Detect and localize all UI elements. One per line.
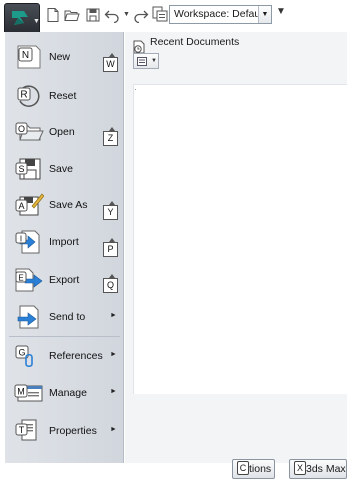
options-button[interactable]: Ctions	[232, 459, 275, 479]
exit-button-label: 3ds Max	[306, 463, 346, 475]
menu-item-label: New	[49, 51, 71, 63]
properties-icon: T	[15, 419, 37, 441]
references-icon-key: G	[18, 348, 25, 358]
menu-item-label: Save	[49, 163, 73, 175]
recent-documents-list[interactable]	[133, 84, 347, 394]
keytip-badge: P	[103, 238, 118, 257]
menu-item-references[interactable]: G References ►	[5, 340, 124, 372]
customize-toolbar-icon[interactable]: ▼	[276, 6, 286, 17]
chevron-down-icon: ▼	[33, 18, 40, 25]
save-as-icon: A	[15, 193, 44, 216]
recent-documents-pane: Recent Documents ▼	[125, 32, 347, 463]
keytip-badge: Z	[103, 127, 118, 146]
submenu-arrow-icon: ►	[110, 388, 117, 395]
save-as-icon-key: A	[18, 201, 24, 211]
chevron-down-icon: ▼	[151, 58, 157, 64]
menu-item-label: Properties	[49, 425, 97, 437]
keytip-badge: X	[294, 461, 306, 475]
undo-dropdown-icon[interactable]: ▼	[123, 11, 130, 18]
workspace-select-label: Workspace: Default	[174, 8, 266, 20]
recent-documents-title-text: Recent Documents	[150, 36, 240, 48]
send-to-icon	[17, 305, 39, 329]
list-view-icon	[137, 57, 147, 66]
submenu-arrow-icon: ►	[110, 312, 117, 319]
project-folder-icon[interactable]	[152, 6, 168, 22]
new-file-icon[interactable]	[45, 7, 61, 23]
save-icon[interactable]	[85, 7, 101, 23]
keytip-badge: C	[237, 461, 249, 475]
open-icon-key: O	[18, 124, 25, 134]
3ds-max-logo-icon	[12, 11, 28, 25]
menu-item-properties[interactable]: T Properties ►	[5, 415, 124, 447]
exit-3ds-max-button[interactable]: X 3ds Max	[289, 459, 347, 479]
menu-item-reset[interactable]: R Reset	[5, 80, 124, 112]
undo-icon[interactable]	[104, 7, 120, 23]
view-options-button[interactable]: ▼	[133, 53, 159, 69]
save-icon-key: S	[18, 164, 24, 174]
open-folder-icon[interactable]	[64, 7, 80, 23]
quick-access-toolbar: ▼ ▼ ▼ Workspace: Default ▼ ▼	[0, 0, 347, 32]
export-icon-key: E	[18, 274, 23, 283]
keytip-badge: Q	[103, 274, 118, 293]
reset-icon-key: R	[20, 90, 27, 101]
menu-item-label: Reset	[49, 90, 77, 102]
import-icon-key: I	[20, 235, 22, 244]
references-icon: G	[15, 345, 33, 368]
menu-item-label: Send to	[49, 311, 86, 323]
menu-item-label: Import	[49, 236, 79, 248]
new-icon: N	[17, 45, 41, 69]
menu-item-save[interactable]: S Save	[5, 153, 124, 185]
submenu-arrow-icon: ►	[110, 351, 117, 358]
chevron-down-icon[interactable]: ▼	[258, 6, 271, 23]
menu-item-label: Save As	[49, 199, 88, 211]
list-marker	[135, 89, 136, 90]
manage-icon-key: M	[17, 387, 25, 397]
menu-item-manage[interactable]: M Manage ►	[5, 377, 124, 409]
menu-item-label: Open	[49, 126, 75, 138]
redo-icon[interactable]	[133, 7, 149, 23]
submenu-arrow-icon: ►	[110, 426, 117, 433]
application-menu-pane: N New W R Reset O Open Z S Save A Save A…	[5, 32, 124, 463]
reset-icon: R	[17, 85, 40, 107]
open-icon: O	[15, 122, 44, 141]
new-icon-key: N	[22, 50, 29, 61]
menu-item-label: Export	[49, 274, 80, 286]
options-button-label: tions	[249, 463, 272, 475]
recent-documents-title: Recent Documents	[133, 36, 239, 48]
keytip-badge: Y	[103, 201, 118, 220]
import-icon: I	[15, 230, 40, 254]
properties-icon-key: T	[19, 425, 25, 435]
export-icon: E	[15, 268, 43, 292]
workspace-select[interactable]: Workspace: Default ▼	[169, 5, 272, 24]
keytip-badge: W	[103, 53, 118, 72]
save-icon: S	[15, 158, 41, 180]
menu-divider	[9, 336, 120, 337]
menu-item-label: References	[49, 350, 103, 362]
application-menu-button[interactable]: ▼	[4, 3, 40, 32]
manage-icon: M	[14, 384, 43, 402]
menu-item-label: Manage	[49, 387, 87, 399]
menu-item-send-to[interactable]: Send to ►	[5, 301, 124, 333]
